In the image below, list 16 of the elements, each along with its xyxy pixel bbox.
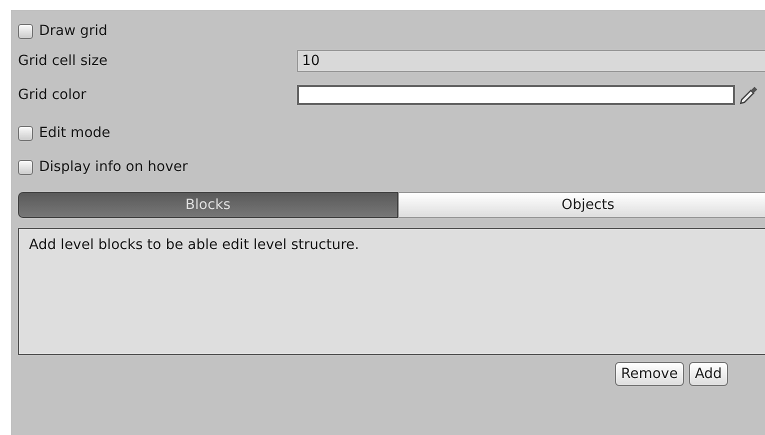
color-field[interactable] [297,85,735,105]
checkbox[interactable] [18,160,33,174]
tab[interactable]: Objects [398,192,765,218]
field-label: Grid color [18,87,88,103]
list-message: Add level blocks to be able edit level structure. [29,237,360,253]
checkbox-label: Display info on hover [39,159,188,175]
field-label: Grid cell size [18,53,109,69]
eyedropper-icon[interactable] [738,84,760,106]
checkbox[interactable] [18,126,33,140]
checkbox-label: Draw grid [39,23,108,39]
input-field[interactable]: 10 [297,50,765,72]
add-button[interactable]: Add [688,362,728,386]
checkbox-label: Edit mode [39,125,110,141]
tab[interactable]: Blocks [18,192,398,218]
checkbox[interactable] [18,24,33,38]
remove-button[interactable]: Remove [615,362,684,386]
